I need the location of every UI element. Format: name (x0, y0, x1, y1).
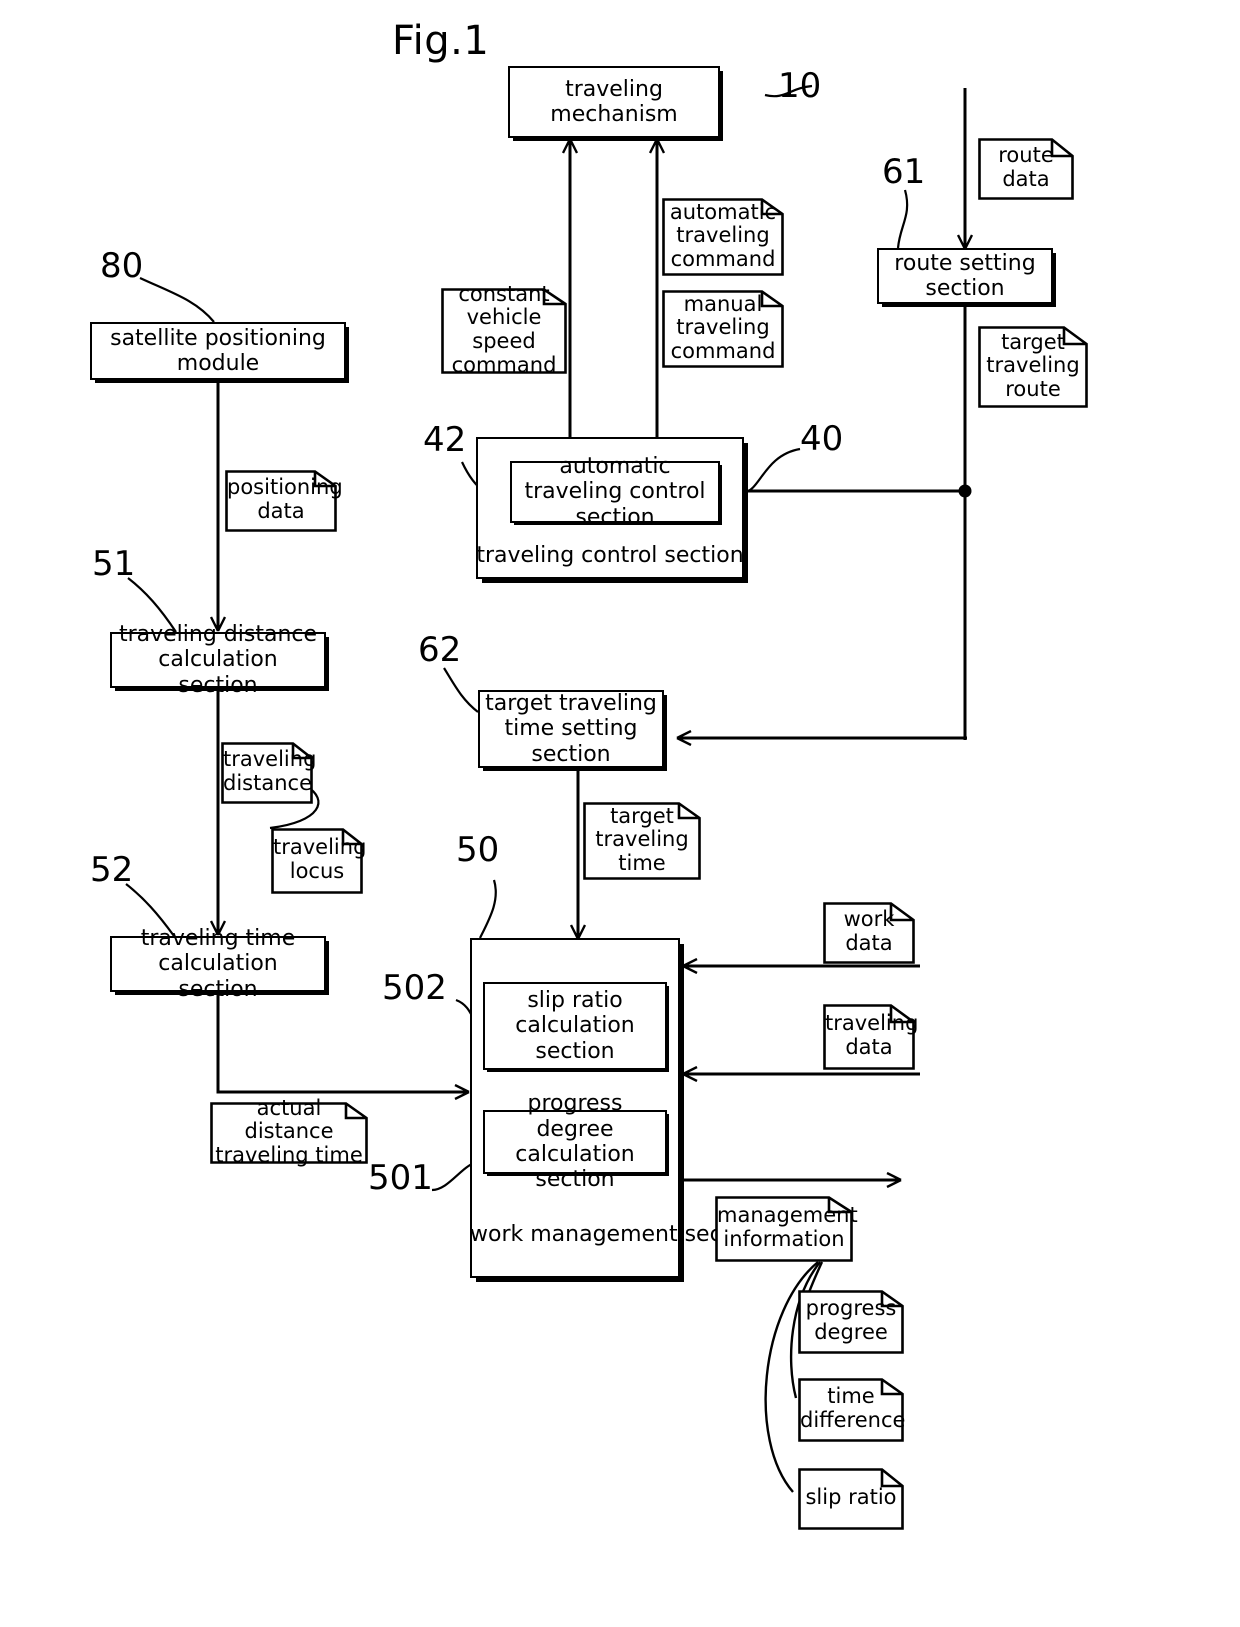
box-traveling-distance-calculation-section[interactable]: traveling distance calculation section (110, 622, 326, 698)
note-target-traveling-time-text: target traveling time (595, 803, 689, 875)
note-target-traveling-time: target traveling time (583, 802, 701, 880)
note-time-difference: time difference (798, 1378, 906, 1442)
ref-num-51: 51 (92, 544, 136, 584)
leader-62 (443, 667, 479, 713)
ref-num-61: 61 (882, 152, 926, 192)
note-work-data-text: work data (843, 907, 895, 955)
box-automatic-traveling-control-section[interactable]: automatic traveling control section (510, 454, 720, 530)
ref-num-42: 42 (423, 420, 467, 460)
note-slip-ratio-text: slip ratio (805, 1485, 897, 1510)
note-traveling-data-text: traveling data (825, 1011, 919, 1059)
ref-num-52: 52 (90, 850, 134, 890)
note-route-data: route data (978, 138, 1074, 200)
note-target-traveling-route-text: target traveling route (986, 329, 1080, 401)
box-satellite-positioning-module[interactable]: satellite positioning module (90, 322, 346, 380)
note-progress-degree-text: progress degree (805, 1296, 897, 1344)
leader-80 (139, 277, 215, 323)
note-manual-traveling-command-text: manual traveling command (670, 291, 776, 363)
ref-num-10: 10 (778, 66, 822, 106)
note-management-information-text: management information (717, 1203, 858, 1251)
figure-label: Fig.1 (392, 18, 490, 64)
leader-40 (744, 447, 801, 494)
note-positioning-data-text: positioning data (227, 475, 343, 523)
ref-num-502: 502 (382, 968, 447, 1008)
ref-num-40: 40 (800, 419, 844, 459)
note-progress-degree: progress degree (798, 1290, 904, 1354)
note-management-information: management information (715, 1196, 858, 1262)
note-traveling-locus: traveling locus (271, 828, 367, 894)
note-traveling-locus-text: traveling locus (273, 835, 367, 883)
ref-num-80: 80 (100, 246, 144, 286)
leader-50 (479, 879, 497, 939)
note-actual-distance-traveling-time: actual distance traveling time (210, 1096, 368, 1166)
box-traveling-time-calculation-section[interactable]: traveling time calculation section (110, 926, 326, 1002)
note-route-data-text: route data (998, 143, 1054, 191)
ref-num-62: 62 (418, 630, 462, 670)
note-slip-ratio: slip ratio (798, 1468, 904, 1530)
note-automatic-traveling-command: automatic traveling command (662, 198, 784, 276)
note-automatic-traveling-command-text: automatic traveling command (669, 199, 777, 271)
note-time-difference-text: time difference (800, 1384, 906, 1432)
box-progress-degree-calculation-section[interactable]: progress degree calculation section (483, 1091, 667, 1192)
note-traveling-data: traveling data (823, 1004, 919, 1070)
note-work-data: work data (823, 902, 915, 964)
box-target-traveling-time-setting-section[interactable]: target traveling time setting section (478, 690, 664, 768)
note-actual-distance-traveling-time-text: actual distance traveling time (215, 1095, 363, 1167)
leader-61 (896, 189, 909, 249)
note-positioning-data: positioning data (225, 470, 343, 532)
box-traveling-mechanism[interactable]: traveling mechanism (508, 66, 720, 138)
ref-num-50: 50 (456, 830, 500, 870)
ref-num-501: 501 (368, 1158, 433, 1198)
note-constant-vehicle-speed-command-text: constant vehicle speed command (451, 281, 557, 377)
note-constant-vehicle-speed-command: constant vehicle speed command (441, 282, 567, 376)
note-traveling-distance: traveling distance (221, 742, 317, 804)
patent-figure-canvas: Fig.1 traveling mechanism route setting … (0, 0, 1240, 1627)
label-work-management-section: work management section (470, 1222, 764, 1247)
note-traveling-distance-text: traveling distance (223, 747, 317, 795)
note-target-traveling-route: target traveling route (978, 326, 1088, 408)
box-route-setting-section[interactable]: route setting section (877, 248, 1053, 304)
label-traveling-control-section: traveling control section (476, 543, 744, 568)
box-slip-ratio-calculation-section[interactable]: slip ratio calculation section (483, 982, 667, 1070)
note-manual-traveling-command: manual traveling command (662, 290, 784, 368)
